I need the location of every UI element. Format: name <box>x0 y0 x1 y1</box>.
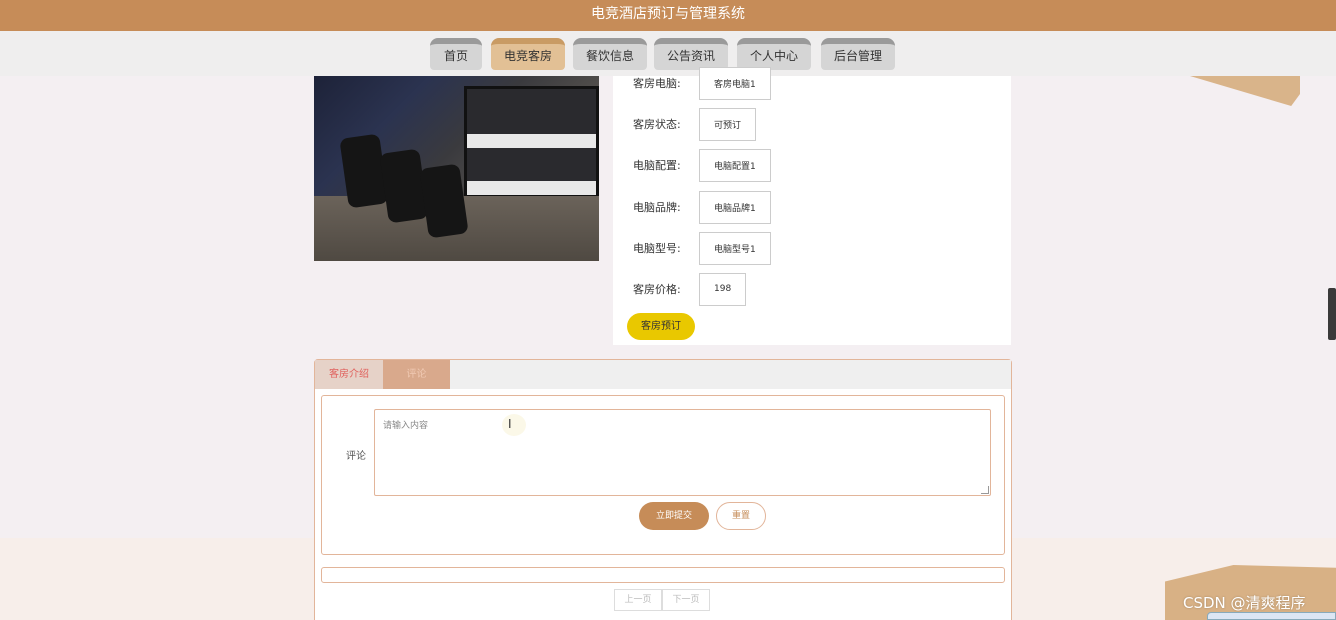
room-field-model: 电脑型号: 电脑型号1 <box>633 231 771 265</box>
field-value: 198 <box>699 272 747 306</box>
room-tabs: 客房介绍 评论 评论 请输入内容 I 立即提交 重置 上一页 下一页 <box>314 359 1012 620</box>
comment-form: 评论 请输入内容 I 立即提交 重置 <box>321 395 1005 555</box>
resize-handle-icon[interactable] <box>981 486 989 494</box>
field-value: 客房电脑1 <box>699 66 771 100</box>
scrollbar-handle[interactable] <box>1328 288 1336 340</box>
nav-item-rooms[interactable]: 电竞客房 <box>491 38 565 70</box>
pagination: 上一页 下一页 <box>614 589 710 611</box>
room-photo <box>314 76 599 261</box>
room-info-panel: 客房电脑: 客房电脑1 客房状态: 可预订 电脑配置: 电脑配置1 电脑品牌: … <box>613 66 1011 345</box>
room-field-brand: 电脑品牌: 电脑品牌1 <box>633 190 771 224</box>
comment-textarea[interactable]: 请输入内容 I <box>374 409 991 496</box>
app-title: 电竞酒店预订与管理系统 <box>0 0 1336 31</box>
nav-item-admin[interactable]: 后台管理 <box>821 38 895 70</box>
tab-room-intro[interactable]: 客房介绍 <box>315 360 383 389</box>
comment-label: 评论 <box>346 451 366 462</box>
book-room-button[interactable]: 客房预订 <box>627 313 695 340</box>
field-label: 客房状态: <box>633 118 681 131</box>
field-value: 电脑型号1 <box>699 231 771 265</box>
field-label: 客房电脑: <box>633 77 681 90</box>
decoration-shape-top <box>1190 76 1300 106</box>
cursor-highlight <box>502 414 526 436</box>
comment-placeholder: 请输入内容 <box>383 421 429 431</box>
nav-item-home[interactable]: 首页 <box>430 38 482 70</box>
comment-list <box>321 567 1005 583</box>
room-field-config: 电脑配置: 电脑配置1 <box>633 148 771 182</box>
watermark: CSDN @清爽程序 <box>1183 594 1306 612</box>
tab-strip: 客房介绍 评论 <box>315 360 1011 389</box>
tab-comments[interactable]: 评论 <box>383 360 450 389</box>
field-value: 电脑品牌1 <box>699 190 771 224</box>
submit-button[interactable]: 立即提交 <box>639 502 709 530</box>
text-cursor-icon: I <box>508 417 512 431</box>
field-label: 电脑配置: <box>633 159 681 172</box>
room-field-computer: 客房电脑: 客房电脑1 <box>633 66 771 100</box>
reset-button[interactable]: 重置 <box>716 502 766 530</box>
field-label: 电脑品牌: <box>633 201 681 214</box>
field-value: 电脑配置1 <box>699 148 771 182</box>
room-field-price: 客房价格: 198 <box>633 272 747 306</box>
taskbar-widget <box>1207 612 1336 620</box>
room-photo-bunk-bed <box>464 86 599 196</box>
room-field-status: 客房状态: 可预订 <box>633 107 757 141</box>
room-photo-chair <box>419 163 469 239</box>
prev-page-button[interactable]: 上一页 <box>614 589 662 611</box>
next-page-button[interactable]: 下一页 <box>662 589 710 611</box>
field-label: 客房价格: <box>633 283 681 296</box>
field-label: 电脑型号: <box>633 242 681 255</box>
field-value: 可预订 <box>699 107 757 141</box>
